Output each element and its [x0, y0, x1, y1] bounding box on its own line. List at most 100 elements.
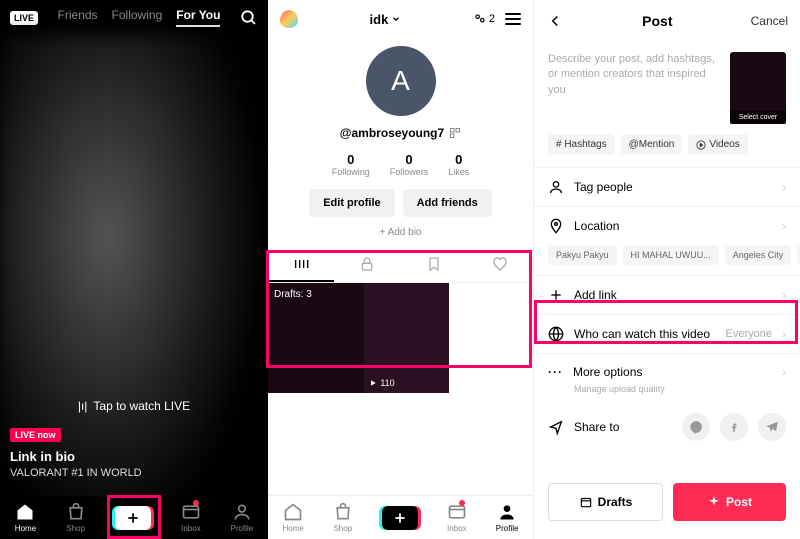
- globe-icon: [548, 326, 564, 342]
- play-icon: [369, 379, 377, 387]
- nav-profile-2[interactable]: Profile: [496, 502, 519, 533]
- edit-profile-button[interactable]: Edit profile: [309, 189, 394, 217]
- create-button[interactable]: [115, 506, 151, 530]
- sparkle-icon: [707, 495, 721, 509]
- plus-icon: [548, 287, 564, 303]
- nav-inbox[interactable]: Inbox: [181, 502, 201, 533]
- nav-home-2[interactable]: Home: [282, 502, 303, 533]
- bottom-nav: Home Shop Inbox Profile: [0, 496, 268, 539]
- nav-profile[interactable]: Profile: [231, 502, 254, 533]
- video-subtitle: VALORANT #1 IN WORLD: [10, 467, 258, 479]
- profile-icon: [497, 502, 517, 522]
- privacy-row[interactable]: Who can watch this video Everyone ›: [534, 314, 800, 353]
- drafts-icon: [579, 495, 593, 509]
- home-icon: [283, 502, 303, 522]
- location-suggestions: Pakyu Pakyu HI MAHAL UWUU... Angeles Cit…: [534, 245, 800, 275]
- tab-following[interactable]: Following: [112, 8, 163, 27]
- profile-tabs: [268, 248, 533, 283]
- drafts-button[interactable]: Drafts: [548, 483, 663, 521]
- description-input[interactable]: Describe your post, add hashtags, or men…: [548, 52, 720, 124]
- create-button[interactable]: [382, 506, 418, 530]
- footprint-icon: [473, 12, 487, 26]
- location-icon: [548, 218, 564, 234]
- avatar[interactable]: A: [366, 46, 436, 116]
- tab-grid[interactable]: [268, 248, 334, 282]
- mention-chip[interactable]: @Mention: [621, 134, 683, 155]
- profile-name-dropdown[interactable]: idk: [370, 12, 402, 27]
- facebook-icon[interactable]: [720, 413, 748, 441]
- tab-foryou[interactable]: For You: [176, 8, 220, 27]
- tag-people-row[interactable]: Tag people ›: [534, 167, 800, 206]
- nav-shop-2[interactable]: Shop: [333, 502, 353, 533]
- shop-icon: [66, 502, 86, 522]
- nav-create-2[interactable]: [382, 506, 418, 530]
- videos-chip[interactable]: Videos: [688, 134, 747, 155]
- easter-egg-icon[interactable]: [280, 10, 298, 28]
- live-now-badge: LIVE now: [10, 428, 61, 442]
- nav-home[interactable]: Home: [15, 502, 36, 533]
- nav-inbox-2[interactable]: Inbox: [447, 502, 467, 533]
- hashtags-chip[interactable]: # Hashtags: [548, 134, 615, 155]
- tab-saved[interactable]: [401, 248, 467, 282]
- play-circle-icon: [696, 140, 706, 150]
- search-icon[interactable]: [240, 9, 258, 27]
- chevron-right-icon: ›: [782, 365, 786, 379]
- inbox-icon: [181, 502, 201, 522]
- feed-screen: LIVE Friends Following For You |ı| Tap t…: [0, 0, 268, 539]
- add-bio-link[interactable]: + Add bio: [268, 227, 533, 238]
- nav-shop[interactable]: Shop: [66, 502, 86, 533]
- qr-icon[interactable]: [449, 127, 461, 139]
- heart-icon: [492, 256, 508, 272]
- profile-screen: idk 2 A @ambroseyoung7 0Following 0Follo…: [268, 0, 534, 539]
- add-friends-button[interactable]: Add friends: [403, 189, 492, 217]
- more-options-subtitle: Manage upload quality: [534, 384, 800, 402]
- video-tile[interactable]: 110: [364, 283, 448, 393]
- post-actions: Drafts Post: [534, 473, 800, 531]
- profile-header: idk 2: [268, 0, 533, 38]
- bottom-nav-2: Home Shop Inbox Profile: [268, 495, 533, 539]
- chevron-right-icon: ›: [782, 219, 786, 233]
- drafts-row: Drafts: 3 110: [268, 283, 533, 393]
- grid-icon: [293, 256, 309, 272]
- add-link-row[interactable]: Add link ›: [534, 275, 800, 314]
- nav-create[interactable]: [115, 506, 151, 530]
- tap-to-watch[interactable]: |ı| Tap to watch LIVE: [10, 399, 258, 413]
- drafts-tile[interactable]: Drafts: 3: [268, 283, 364, 393]
- chevron-right-icon: ›: [782, 327, 786, 341]
- cover-thumbnail[interactable]: Select cover: [730, 52, 786, 124]
- video-title: Link in bio: [10, 449, 258, 464]
- telegram-icon[interactable]: [758, 413, 786, 441]
- location-chip[interactable]: Angeles City: [725, 245, 792, 265]
- post-title: Post: [642, 13, 672, 29]
- profile-buttons: Edit profile Add friends: [268, 189, 533, 217]
- tab-liked[interactable]: [467, 248, 533, 282]
- tab-private[interactable]: [334, 248, 400, 282]
- person-icon: [548, 179, 564, 195]
- location-row[interactable]: Location ›: [534, 206, 800, 245]
- bookmark-icon: [426, 256, 442, 272]
- live-badge[interactable]: LIVE: [10, 11, 38, 25]
- tab-friends[interactable]: Friends: [58, 8, 98, 27]
- post-button[interactable]: Post: [673, 483, 786, 521]
- messenger-icon[interactable]: [682, 413, 710, 441]
- chevron-right-icon: ›: [782, 180, 786, 194]
- coins-badge[interactable]: 2: [473, 12, 495, 26]
- stat-following[interactable]: 0Following: [332, 152, 370, 177]
- stat-likes[interactable]: 0Likes: [448, 152, 469, 177]
- location-chip[interactable]: HI MAHAL UWUU...: [623, 245, 719, 265]
- chevron-right-icon: ›: [782, 288, 786, 302]
- stat-followers[interactable]: 0Followers: [390, 152, 429, 177]
- compose-chips: # Hashtags @Mention Videos: [534, 134, 800, 167]
- live-bars-icon: |ı|: [78, 399, 88, 413]
- home-icon: [15, 502, 35, 522]
- cancel-link[interactable]: Cancel: [751, 14, 788, 28]
- stats-row: 0Following 0Followers 0Likes: [268, 152, 533, 177]
- username: @ambroseyoung7: [268, 126, 533, 140]
- location-chip[interactable]: Pakyu Pakyu: [548, 245, 617, 265]
- empty-tile: [449, 283, 533, 393]
- more-icon: ···: [548, 365, 563, 379]
- back-icon[interactable]: [546, 12, 564, 30]
- lock-icon: [359, 256, 375, 272]
- menu-icon[interactable]: [505, 13, 521, 25]
- shop-icon: [333, 502, 353, 522]
